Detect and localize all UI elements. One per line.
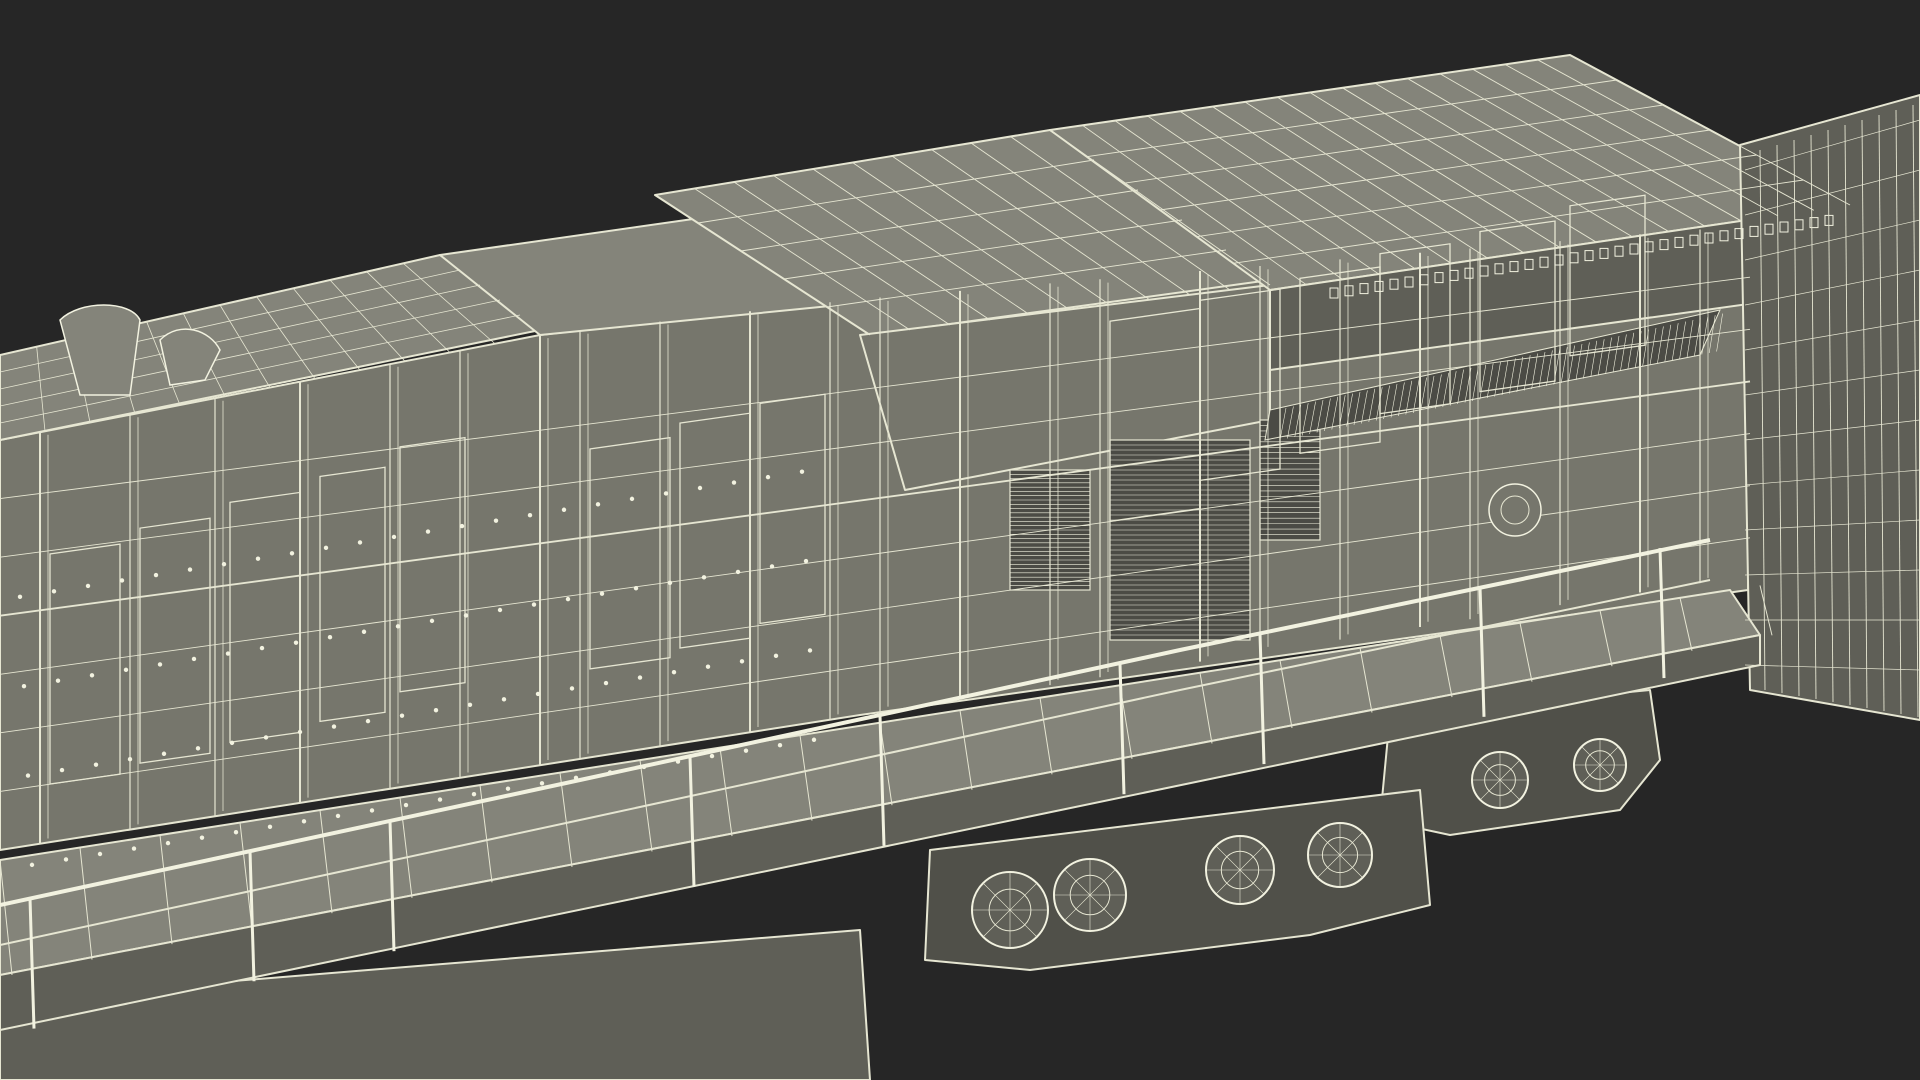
rivet xyxy=(709,753,715,759)
rivet xyxy=(463,613,469,618)
rivet xyxy=(221,561,227,567)
rivet xyxy=(595,502,601,507)
rivet xyxy=(391,534,397,540)
rivet xyxy=(527,513,533,518)
rivet xyxy=(607,770,613,775)
render-viewport xyxy=(0,0,1920,1080)
rivet xyxy=(637,675,643,680)
rivet xyxy=(565,596,571,602)
locomotive-wireframe-render xyxy=(0,0,1920,1080)
rivet xyxy=(811,737,817,742)
rivet xyxy=(765,474,771,480)
rivet xyxy=(501,697,507,702)
rivet xyxy=(157,662,163,667)
rivet xyxy=(569,686,575,691)
rivet xyxy=(399,713,405,718)
rivet xyxy=(21,683,27,689)
rivet xyxy=(323,545,329,551)
rivet xyxy=(225,651,231,656)
rivet xyxy=(259,645,265,651)
rivet xyxy=(199,835,205,840)
rivet xyxy=(561,507,567,512)
rivet xyxy=(731,480,737,485)
rivet xyxy=(331,724,337,729)
rivet xyxy=(25,773,31,778)
rivet xyxy=(697,485,703,491)
rivet xyxy=(361,629,367,634)
rivet xyxy=(671,669,677,675)
rivet xyxy=(493,518,499,523)
rivet xyxy=(195,746,201,751)
rivet xyxy=(459,523,465,529)
rivet xyxy=(705,664,711,669)
rivet xyxy=(131,846,137,851)
rivet xyxy=(51,589,57,594)
rivet xyxy=(187,567,193,572)
rivet xyxy=(123,667,129,673)
rivet xyxy=(335,813,341,819)
rivet xyxy=(161,751,167,756)
rivet xyxy=(293,640,299,645)
rivet xyxy=(229,740,235,746)
rivet xyxy=(467,702,473,707)
rivet xyxy=(735,569,741,575)
rivet xyxy=(667,580,673,585)
rivet xyxy=(263,735,269,740)
rivet xyxy=(531,602,537,607)
rivet xyxy=(255,556,261,561)
rivet xyxy=(93,762,99,767)
rivet xyxy=(437,797,443,802)
rivet xyxy=(357,540,363,545)
rivet xyxy=(365,718,371,724)
rivet xyxy=(497,607,503,613)
rivet xyxy=(327,635,333,640)
rivet xyxy=(191,656,197,662)
rivet xyxy=(89,673,95,678)
rivet xyxy=(301,819,307,824)
rivet xyxy=(769,564,775,569)
rivet xyxy=(739,659,745,664)
rivet xyxy=(803,558,809,564)
rivet xyxy=(573,775,579,781)
rivet xyxy=(807,648,813,653)
rivet xyxy=(535,691,541,697)
rivet xyxy=(267,824,273,829)
rivet xyxy=(63,857,69,862)
rivet xyxy=(289,551,295,556)
rivet xyxy=(633,586,639,591)
rivet xyxy=(403,802,409,808)
rivet xyxy=(127,757,133,762)
rivet xyxy=(17,594,23,599)
rivet xyxy=(433,708,439,713)
rivet xyxy=(297,729,303,735)
rivet xyxy=(369,808,375,813)
rivet xyxy=(641,764,647,770)
rivet xyxy=(675,759,681,764)
rivet xyxy=(799,469,805,474)
rivet xyxy=(663,491,669,496)
rivet xyxy=(119,578,125,583)
rivet xyxy=(55,678,61,683)
rivet xyxy=(233,830,239,835)
rivet xyxy=(153,572,159,578)
rivet xyxy=(599,591,605,596)
rivet xyxy=(395,624,401,629)
rivet xyxy=(629,496,635,502)
rivet xyxy=(505,786,511,791)
rivet xyxy=(165,840,171,846)
rivet xyxy=(429,618,435,624)
rivet xyxy=(539,781,545,786)
rivet xyxy=(471,791,477,797)
rivet xyxy=(701,575,707,580)
rivet xyxy=(59,767,65,773)
rivet xyxy=(777,743,783,748)
fan-vent xyxy=(1488,483,1542,537)
rivet xyxy=(29,862,35,868)
rivet xyxy=(97,851,103,857)
rivet xyxy=(85,583,91,589)
rivet xyxy=(743,748,749,753)
rivet xyxy=(425,529,431,534)
rivet xyxy=(773,653,779,659)
rivet xyxy=(603,680,609,686)
